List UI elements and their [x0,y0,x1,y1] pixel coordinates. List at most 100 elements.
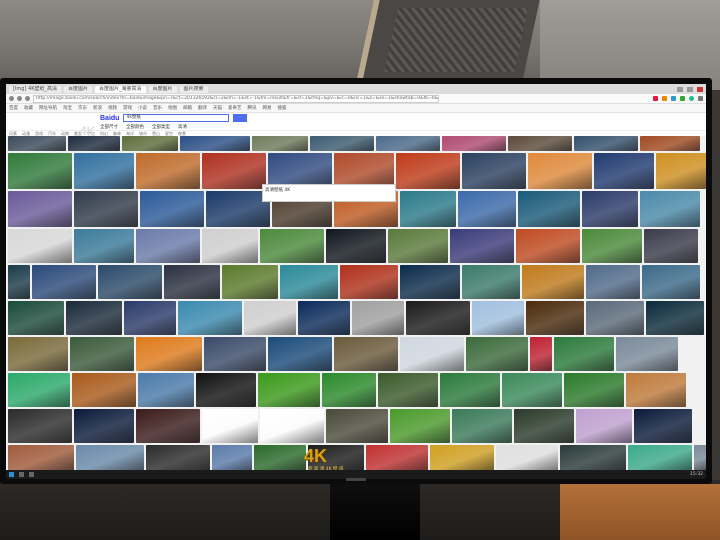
wallpaper-thumbnail[interactable] [8,445,74,470]
wallpaper-thumbnail[interactable] [222,265,278,299]
wallpaper-thumbnail[interactable] [516,229,580,263]
wallpaper-thumbnail[interactable] [68,136,120,151]
wallpaper-thumbnail[interactable] [8,409,72,443]
wallpaper-thumbnail[interactable] [376,136,440,151]
refresh-icon[interactable] [25,96,30,101]
wallpaper-thumbnail[interactable] [472,301,524,335]
search-icon[interactable] [19,472,24,477]
bookmark-link[interactable]: 游戏 [123,105,132,111]
wallpaper-thumbnail[interactable] [8,191,72,227]
bookmark-link[interactable]: 天猫 [213,105,222,111]
wallpaper-thumbnail[interactable] [202,409,258,443]
forward-icon[interactable] [17,96,22,101]
browser-tab[interactable]: [Img] 4K壁纸_高清 [9,85,61,93]
wallpaper-thumbnail[interactable] [8,301,64,335]
wallpaper-thumbnail[interactable] [508,136,572,151]
wallpaper-thumbnail[interactable] [138,373,194,407]
search-input[interactable]: 4k壁纸 [123,114,230,122]
wallpaper-thumbnail[interactable] [616,337,678,371]
avatar[interactable] [689,96,694,101]
wallpaper-thumbnail[interactable] [32,265,96,299]
wallpaper-thumbnail[interactable] [196,373,256,407]
wallpaper-thumbnail[interactable] [202,229,258,263]
wallpaper-thumbnail[interactable] [8,136,66,151]
wallpaper-thumbnail[interactable] [212,445,252,470]
wallpaper-thumbnail[interactable] [518,191,580,227]
filter-dropdown[interactable]: 全部颜色 [126,124,144,130]
wallpaper-thumbnail[interactable] [202,153,266,189]
wallpaper-thumbnail[interactable] [136,409,200,443]
wallpaper-thumbnail[interactable] [406,301,470,335]
wallpaper-thumbnail[interactable] [366,445,428,470]
wallpaper-thumbnail[interactable] [258,373,320,407]
wallpaper-thumbnail[interactable] [74,191,138,227]
bookmark-link[interactable]: 地图 [168,105,177,111]
bookmark-link[interactable]: 腾讯 [248,105,257,111]
wallpaper-thumbnail[interactable] [136,337,202,371]
wallpaper-thumbnail[interactable] [400,191,456,227]
bookmark-link[interactable]: 视频 [108,105,117,111]
wallpaper-thumbnail[interactable] [140,191,204,227]
wallpaper-thumbnail[interactable] [528,153,592,189]
wallpaper-thumbnail[interactable] [8,373,70,407]
bookmark-link[interactable]: 网易 [263,105,272,111]
extension-icon[interactable] [671,96,676,101]
wallpaper-thumbnail[interactable] [244,301,296,335]
bookmark-link[interactable]: 淘宝 [63,105,72,111]
wallpaper-thumbnail[interactable] [146,445,210,470]
filter-dropdown[interactable]: 高清 [178,124,187,130]
bookmark-link[interactable]: 翻译 [198,105,207,111]
bookmark-link[interactable]: 新浪 [93,105,102,111]
wallpaper-thumbnail[interactable] [8,229,72,263]
wallpaper-thumbnail[interactable] [122,136,178,151]
extension-icon[interactable] [662,96,667,101]
wallpaper-thumbnail[interactable] [634,409,692,443]
browser-tab[interactable]: 图片搜索 [179,85,208,93]
baidu-logo[interactable]: Baidu [100,115,119,122]
extension-icon[interactable] [680,96,685,101]
filter-dropdown[interactable]: 全部尺寸 [100,124,118,130]
wallpaper-thumbnail[interactable] [582,191,638,227]
wallpaper-thumbnail[interactable] [388,229,448,263]
url-input[interactable]: http://image.baidu.com/search/index?tn=b… [33,94,439,103]
wallpaper-thumbnail[interactable] [378,373,438,407]
wallpaper-thumbnail[interactable] [450,229,514,263]
wallpaper-thumbnail[interactable] [530,337,552,371]
maximize-icon[interactable] [687,86,693,92]
wallpaper-thumbnail[interactable] [180,136,250,151]
wallpaper-thumbnail[interactable] [98,265,162,299]
wallpaper-thumbnail[interactable] [136,153,200,189]
bookmark-link[interactable]: 网址导航 [39,105,57,111]
bookmark-link[interactable]: 小说 [138,105,147,111]
wallpaper-thumbnail[interactable] [204,337,266,371]
wallpaper-thumbnail[interactable] [644,229,698,263]
wallpaper-thumbnail[interactable] [260,229,324,263]
wallpaper-thumbnail[interactable] [564,373,624,407]
wallpaper-thumbnail[interactable] [206,191,270,227]
wallpaper-thumbnail[interactable] [326,409,388,443]
wallpaper-thumbnail[interactable] [70,337,134,371]
wallpaper-thumbnail[interactable] [390,409,450,443]
close-icon[interactable] [697,86,703,92]
wallpaper-thumbnail[interactable] [628,445,692,470]
wallpaper-thumbnail[interactable] [586,301,644,335]
wallpaper-thumbnail[interactable] [440,373,500,407]
wallpaper-thumbnail[interactable] [124,301,176,335]
wallpaper-thumbnail[interactable] [462,265,520,299]
wallpaper-thumbnail[interactable] [582,229,642,263]
browser-tab[interactable]: 百度图片 [148,85,177,93]
wallpaper-thumbnail[interactable] [466,337,528,371]
minimize-icon[interactable] [677,86,683,92]
wallpaper-thumbnail[interactable] [586,265,640,299]
wallpaper-thumbnail[interactable] [8,265,30,299]
wallpaper-thumbnail[interactable] [694,445,706,470]
extension-icon[interactable] [653,96,658,101]
wallpaper-thumbnail[interactable] [514,409,574,443]
wallpaper-thumbnail[interactable] [252,136,308,151]
wallpaper-thumbnail[interactable] [462,153,526,189]
wallpaper-thumbnail[interactable] [280,265,338,299]
wallpaper-thumbnail[interactable] [626,373,686,407]
back-icon[interactable] [9,96,14,101]
wallpaper-thumbnail[interactable] [254,445,306,470]
wallpaper-thumbnail[interactable] [656,153,706,189]
